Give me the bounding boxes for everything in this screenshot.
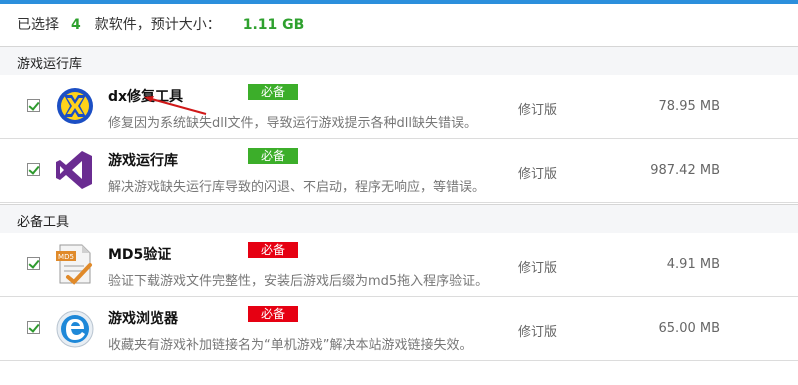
item-version: 修订版 [518,103,558,118]
item-checkbox[interactable] [27,163,40,176]
item-description: 解决游戏缺失运行库导致的闪退、不启动，程序无响应，等错误。 [108,180,486,195]
required-badge: 必备 [248,242,298,258]
item-description: 验证下载游戏文件完整性，安装后游戏后缀为md5拖入程序验证。 [108,274,489,289]
item-version: 修订版 [518,261,558,276]
list-item[interactable]: dx修复工具 必备 修复因为系统缺失dll文件，导致运行游戏提示各种dll缺失错… [0,75,798,139]
item-size: 65.00 MB [658,321,720,336]
item-name: MD5验证 [108,247,172,263]
item-size: 4.91 MB [666,257,720,272]
item-checkbox[interactable] [27,257,40,270]
svg-text:MD5: MD5 [58,253,74,261]
item-description: 修复因为系统缺失dll文件，导致运行游戏提示各种dll缺失错误。 [108,116,477,131]
list-item[interactable]: MD5 MD5验证 必备 验证下载游戏文件完整性，安装后游戏后缀为md5拖入程序… [0,233,798,297]
section-header-tools: 必备工具 [0,204,798,234]
md5-verify-icon: MD5 [52,241,98,287]
list-item[interactable]: 游戏浏览器 必备 收藏夹有游戏补加链接名为“单机游戏”解决本站游戏链接失效。 修… [0,297,798,361]
item-name: 游戏运行库 [108,153,178,169]
dx-repair-icon [52,83,98,129]
item-version: 修订版 [518,325,558,340]
item-name: dx修复工具 [108,89,184,105]
item-version: 修订版 [518,167,558,182]
selected-count: 4 [71,17,81,33]
browser-icon [52,305,98,351]
top-accent-bar [0,0,798,4]
summary-middle: 款软件，预计大小： [94,17,221,33]
selection-summary: 已选择 4 款软件，预计大小： 1.11 GB [17,14,304,34]
item-name: 游戏浏览器 [108,311,178,327]
list-item[interactable]: 游戏运行库 必备 解决游戏缺失运行库导致的闪退、不启动，程序无响应，等错误。 修… [0,139,798,203]
summary-prefix: 已选择 [17,17,59,33]
required-badge: 必备 [248,84,298,100]
required-badge: 必备 [248,306,298,322]
item-description: 收藏夹有游戏补加链接名为“单机游戏”解决本站游戏链接失效。 [108,338,473,353]
item-size: 987.42 MB [650,163,720,178]
section-header-runtime: 游戏运行库 [0,46,798,76]
required-badge: 必备 [248,148,298,164]
item-size: 78.95 MB [658,99,720,114]
item-checkbox[interactable] [27,321,40,334]
item-checkbox[interactable] [27,99,40,112]
total-size: 1.11 GB [242,17,305,33]
visual-studio-icon [52,147,98,193]
section-title: 游戏运行库 [17,57,83,72]
section-title: 必备工具 [17,215,70,230]
